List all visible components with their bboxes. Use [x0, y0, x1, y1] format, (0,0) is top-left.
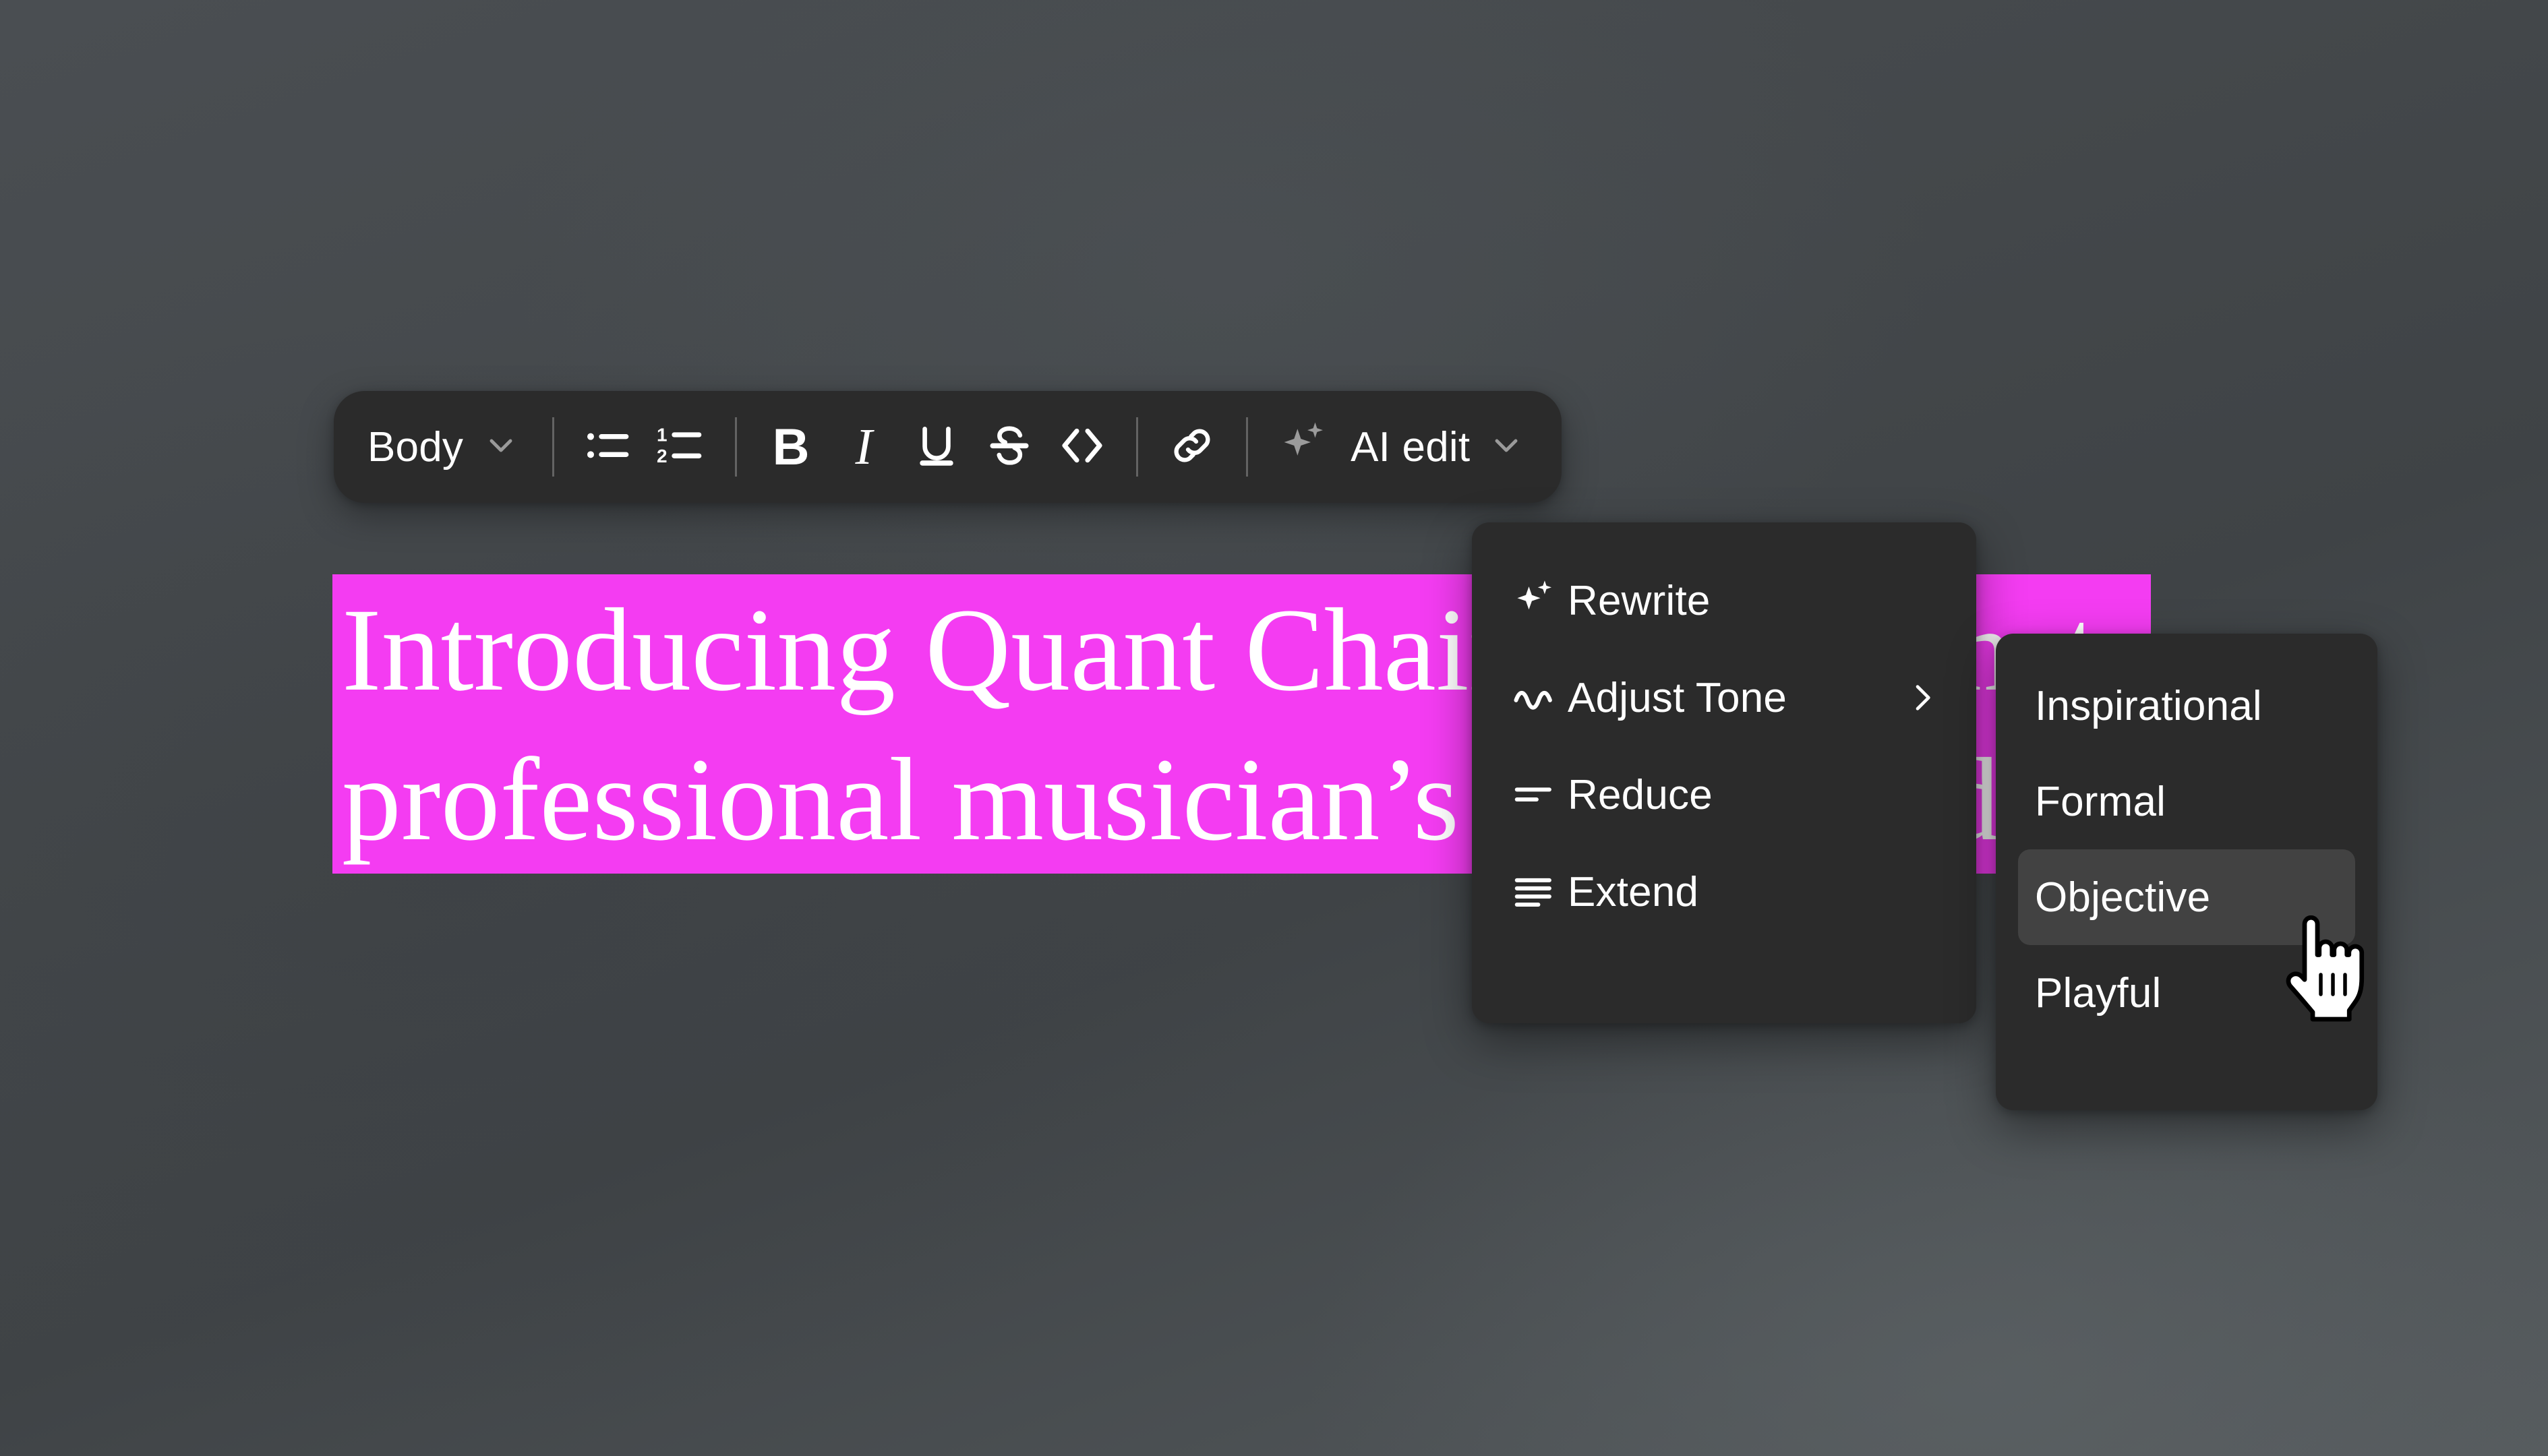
toolbar-divider-2 — [735, 417, 738, 477]
app-canvas: Introducing Quant Chain, the ultimate pr… — [0, 0, 2548, 1456]
wave-icon — [1510, 672, 1568, 723]
menu-item-extend[interactable]: Extend — [1472, 843, 1976, 940]
bulleted-list-button[interactable] — [572, 411, 645, 483]
strikethrough-button[interactable] — [973, 411, 1046, 483]
chevron-down-icon — [1487, 427, 1525, 468]
menu-item-label: Extend — [1568, 868, 1699, 915]
numbered-list-icon: 1 2 — [654, 419, 708, 476]
menu-item-reduce[interactable]: Reduce — [1472, 746, 1976, 843]
tone-option-playful[interactable]: Playful — [2018, 945, 2355, 1041]
code-icon — [1055, 419, 1109, 476]
bold-button[interactable]: B — [754, 411, 827, 483]
svg-text:1: 1 — [657, 424, 668, 445]
link-icon — [1165, 419, 1219, 476]
tone-option-inspirational[interactable]: Inspirational — [2018, 658, 2355, 754]
numbered-list-button[interactable]: 1 2 — [645, 411, 717, 483]
strikethrough-icon — [984, 420, 1035, 475]
chevron-down-icon — [482, 427, 520, 468]
chevron-right-icon — [1903, 679, 1945, 717]
ai-edit-label: AI edit — [1351, 423, 1471, 471]
text-style-value: Body — [367, 423, 464, 471]
link-button[interactable] — [1156, 411, 1228, 483]
bulleted-list-icon — [581, 419, 635, 476]
italic-button[interactable]: I — [827, 411, 900, 483]
sparkles-icon — [1510, 575, 1568, 626]
tone-option-objective[interactable]: Objective — [2018, 849, 2355, 945]
adjust-tone-submenu: Inspirational Formal Objective Playful — [1996, 634, 2377, 1110]
svg-text:2: 2 — [657, 446, 668, 466]
sparkles-icon — [1275, 417, 1333, 478]
ai-edit-button[interactable]: AI edit — [1266, 409, 1537, 485]
menu-item-adjust-tone[interactable]: Adjust Tone — [1472, 649, 1976, 746]
menu-item-label: Adjust Tone — [1568, 674, 1787, 721]
formatting-toolbar: Body 1 2 B I AI edit — [334, 391, 1562, 503]
menu-item-rewrite[interactable]: Rewrite — [1472, 552, 1976, 649]
text-style-dropdown[interactable]: Body — [361, 411, 535, 483]
toolbar-divider-1 — [552, 417, 555, 477]
menu-item-label: Reduce — [1568, 771, 1713, 818]
tone-option-formal[interactable]: Formal — [2018, 754, 2355, 849]
ai-edit-menu: Rewrite Adjust Tone Reduce Extend — [1472, 522, 1976, 1023]
menu-item-label: Rewrite — [1568, 577, 1711, 624]
underline-button[interactable] — [900, 411, 973, 483]
underline-icon — [911, 420, 962, 475]
toolbar-divider-3 — [1136, 417, 1139, 477]
extend-lines-icon — [1510, 866, 1568, 917]
toolbar-divider-4 — [1246, 417, 1249, 477]
reduce-lines-icon — [1510, 769, 1568, 820]
code-button[interactable] — [1046, 411, 1119, 483]
